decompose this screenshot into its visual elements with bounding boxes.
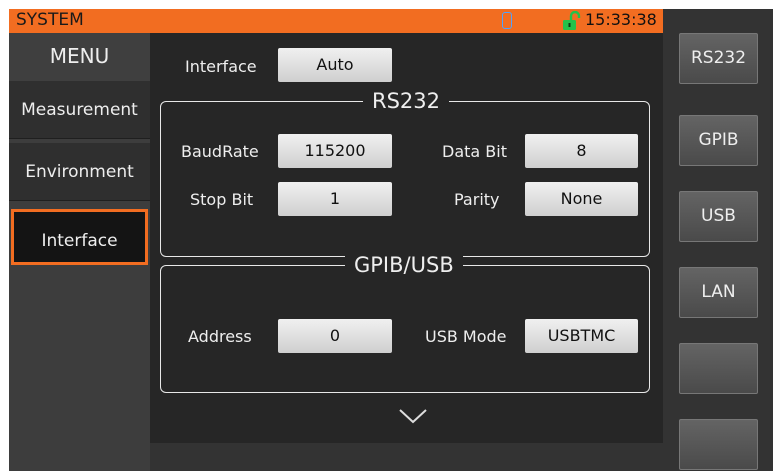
usb-mode-label: USB Mode <box>425 327 507 346</box>
softkey-rs232[interactable]: RS232 <box>679 33 758 84</box>
address-label: Address <box>188 327 252 346</box>
instrument-screen: SYSTEM 15:33:38 MENU Measurement Environ… <box>9 9 773 471</box>
rs232-group-title: RS232 <box>363 89 450 113</box>
menu-sidebar: Measurement Environment Interface <box>9 81 150 471</box>
softkey-gpib[interactable]: GPIB <box>679 115 758 166</box>
softkey-lan[interactable]: LAN <box>679 267 758 318</box>
chevron-down-icon[interactable] <box>398 408 428 424</box>
status-strip <box>150 443 663 471</box>
unlocked-padlock-icon <box>563 11 581 30</box>
softkey-usb[interactable]: USB <box>679 191 758 242</box>
usb-mode-field[interactable]: USBTMC <box>525 319 638 353</box>
screen-title: SYSTEM <box>16 10 84 30</box>
databit-field[interactable]: 8 <box>525 134 638 168</box>
baudrate-field[interactable]: 115200 <box>278 134 392 168</box>
stopbit-field[interactable]: 1 <box>278 182 392 216</box>
menu-item-environment[interactable]: Environment <box>9 143 150 201</box>
address-field[interactable]: 0 <box>278 319 392 353</box>
title-bar: SYSTEM 15:33:38 <box>9 9 663 33</box>
interface-select[interactable]: Auto <box>278 48 392 82</box>
softkey-panel: RS232 GPIB USB LAN <box>663 9 773 471</box>
settings-panel: Interface Auto RS232 BaudRate 115200 Dat… <box>150 33 663 443</box>
gpib-usb-group-title: GPIB/USB <box>345 253 463 277</box>
menu-title: MENU <box>9 33 150 81</box>
softkey-blank-6[interactable] <box>679 419 758 470</box>
menu-item-interface[interactable]: Interface <box>11 209 148 265</box>
parity-field[interactable]: None <box>525 182 638 216</box>
menu-item-measurement[interactable]: Measurement <box>9 81 150 139</box>
interface-label: Interface <box>185 57 257 76</box>
baudrate-label: BaudRate <box>181 142 259 161</box>
usb-drive-icon <box>502 12 512 29</box>
softkey-blank-5[interactable] <box>679 343 758 394</box>
parity-label: Parity <box>454 190 500 209</box>
stopbit-label: Stop Bit <box>190 190 254 209</box>
databit-label: Data Bit <box>442 142 507 161</box>
clock: 15:33:38 <box>585 10 657 29</box>
rs232-group <box>160 101 650 257</box>
